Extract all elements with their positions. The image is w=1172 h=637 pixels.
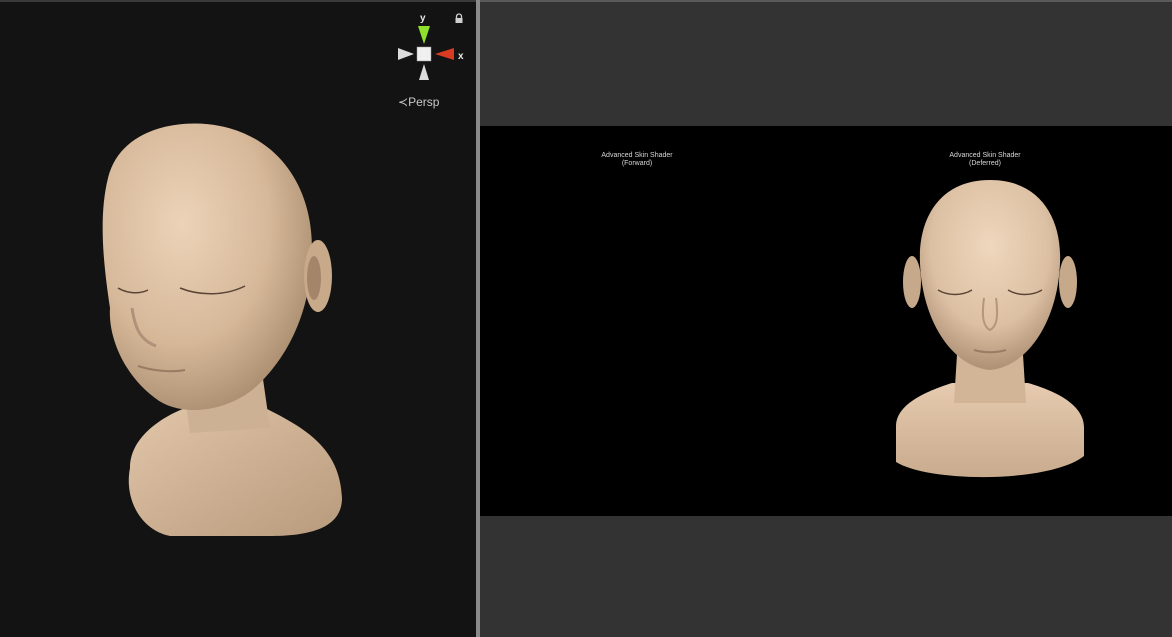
face xyxy=(919,180,1061,370)
scene-view[interactable]: y x ≺Persp xyxy=(0,0,476,637)
axis-y-label: y xyxy=(420,13,426,24)
game-tab-strip xyxy=(480,0,1172,2)
ear-inner xyxy=(307,256,321,300)
ear-left xyxy=(903,256,921,308)
caption-deferred-title: Advanced Skin Shader xyxy=(949,152,1021,159)
caption-forward-title: Advanced Skin Shader xyxy=(601,152,673,159)
game-view[interactable]: Advanced Skin Shader (Forward) Advanced … xyxy=(480,0,1172,637)
axis-x-label: x xyxy=(458,51,464,62)
projection-label: Persp xyxy=(408,95,440,109)
chevron-left-icon: ≺ xyxy=(398,95,409,109)
caption-deferred: Advanced Skin Shader (Deferred) xyxy=(925,152,1045,168)
caption-forward: Advanced Skin Shader (Forward) xyxy=(577,152,697,168)
ear-right xyxy=(1059,256,1077,308)
gizmo-x-cone[interactable] xyxy=(435,48,454,60)
gizmo-y-cone[interactable] xyxy=(418,26,430,44)
gizmo-neg-x-cone[interactable] xyxy=(398,48,414,60)
head-model-scene[interactable] xyxy=(90,118,350,538)
scene-tab-strip xyxy=(0,0,476,2)
lock-icon[interactable] xyxy=(454,13,464,24)
head-model-game xyxy=(896,180,1084,478)
caption-forward-mode: (Forward) xyxy=(621,160,653,167)
projection-toggle[interactable]: ≺Persp xyxy=(398,95,439,109)
head-cranium xyxy=(102,123,312,411)
gizmo-neg-y-cone[interactable] xyxy=(419,64,429,80)
caption-deferred-mode: (Deferred) xyxy=(969,160,1001,167)
gizmo-center-cube[interactable] xyxy=(416,46,432,62)
game-render-area: Advanced Skin Shader (Forward) Advanced … xyxy=(480,126,1172,516)
